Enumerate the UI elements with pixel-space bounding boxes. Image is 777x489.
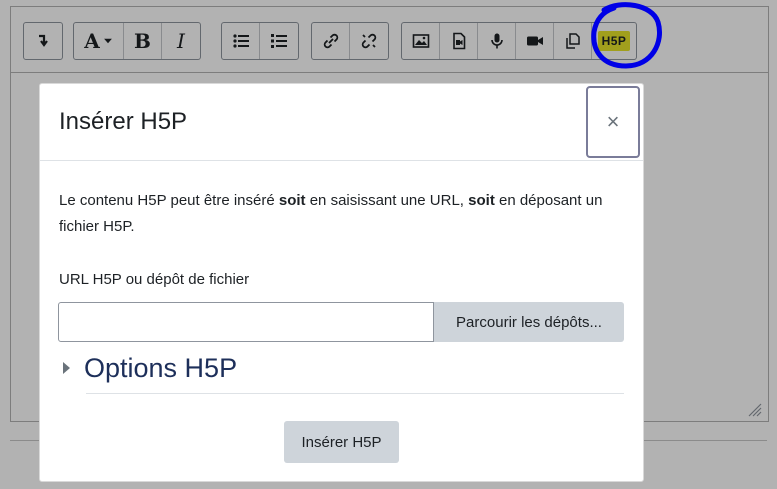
insert-h5p-dialog: Insérer H5P × Le contenu H5P peut être i…	[39, 83, 644, 482]
options-title: Options H5P	[84, 352, 238, 383]
intro-emphasis: soit	[278, 192, 306, 209]
intro-text-part: Le contenu H5P peut être inséré	[59, 192, 279, 209]
close-icon: ×	[606, 109, 620, 134]
dialog-title: Insérer H5P	[59, 108, 188, 135]
intro-text-part: en saisissant une URL,	[305, 192, 469, 209]
dialog-header: Insérer H5P ×	[40, 84, 643, 161]
url-field-label: URL H5P ou dépôt de fichier	[59, 271, 250, 288]
options-divider	[86, 393, 624, 394]
expand-triangle-icon	[63, 362, 70, 374]
h5p-url-input[interactable]	[58, 302, 434, 342]
options-h5p-toggle[interactable]: Options H5P	[59, 348, 237, 388]
browse-repositories-button[interactable]: Parcourir les dépôts...	[434, 302, 624, 342]
insert-h5p-button[interactable]: Insérer H5P	[284, 421, 399, 463]
intro-text: Le contenu H5P peut être inséré soit en …	[59, 188, 619, 240]
intro-emphasis: soit	[468, 192, 495, 209]
close-button[interactable]: ×	[586, 86, 640, 158]
annotation-circle	[591, 2, 662, 69]
